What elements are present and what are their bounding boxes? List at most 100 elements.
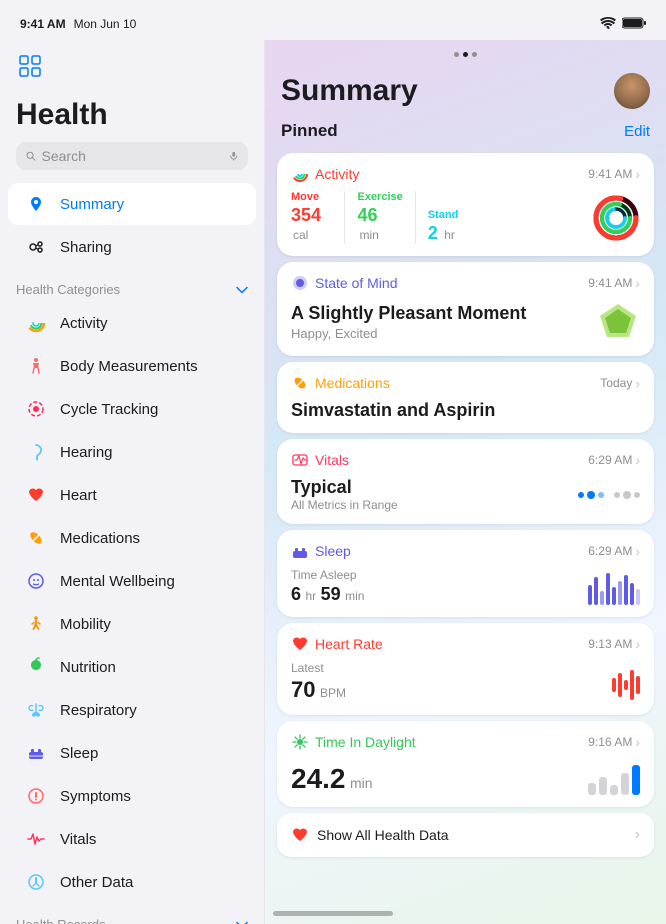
sidebar-item-mobility[interactable]: Mobility <box>8 603 256 645</box>
main-header: Summary <box>265 61 666 117</box>
activity-card[interactable]: Activity 9:41 AM › Move 354 cal <box>277 153 654 256</box>
health-categories-title: Health Categories <box>16 282 120 297</box>
heart-card-header: Heart Rate 9:13 AM › <box>291 635 640 653</box>
sleep-bar-2 <box>594 577 598 605</box>
sidebar-item-nutrition[interactable]: Nutrition <box>8 646 256 688</box>
daylight-bar-1 <box>588 783 596 795</box>
sidebar-item-other[interactable]: Other Data <box>8 861 256 903</box>
edit-button[interactable]: Edit <box>624 123 650 140</box>
vitals-card[interactable]: Vitals 6:29 AM › Typical All Metrics in … <box>277 439 654 524</box>
sidebar-label-medications: Medications <box>60 530 140 547</box>
heart-bar-5 <box>636 676 640 694</box>
daylight-icon <box>291 733 309 751</box>
status-date: Mon Jun 10 <box>74 17 137 31</box>
show-all-row[interactable]: Show All Health Data › <box>277 813 654 857</box>
search-bar[interactable] <box>16 142 248 170</box>
status-time: 9:41 AM <box>20 17 66 31</box>
sidebar-grid-icon[interactable] <box>16 52 44 80</box>
activity-stats: Move 354 cal Exercise 46 min <box>291 191 493 244</box>
sidebar-item-respiratory[interactable]: Respiratory <box>8 689 256 731</box>
dot2 <box>463 52 468 57</box>
sleep-card[interactable]: Sleep 6:29 AM › Time Asleep 6 hr 59 min <box>277 530 654 617</box>
sidebar-label-cycle: Cycle Tracking <box>60 401 158 418</box>
sidebar-label-nutrition: Nutrition <box>60 659 116 676</box>
sidebar-label-other: Other Data <box>60 874 133 891</box>
heart-label: Latest <box>291 661 346 675</box>
top-dots <box>454 46 477 59</box>
heart-rate-card[interactable]: Heart Rate 9:13 AM › Latest 70 BPM <box>277 623 654 715</box>
sidebar-label-mental: Mental Wellbeing <box>60 573 175 590</box>
activity-card-time: 9:41 AM › <box>588 166 640 182</box>
dot-1 <box>578 492 584 498</box>
daylight-card-title: Time In Daylight <box>315 734 416 750</box>
vitals-card-time: 6:29 AM › <box>588 452 640 468</box>
sidebar-item-medications[interactable]: Medications <box>8 517 256 559</box>
health-records-chevron <box>236 916 248 924</box>
sleep-text: Time Asleep 6 hr 59 min <box>291 568 364 605</box>
sidebar-label-hearing: Hearing <box>60 444 113 461</box>
heart-title-row: Heart Rate <box>291 635 383 653</box>
show-all-label: Show All Health Data <box>317 827 627 843</box>
microphone-icon[interactable] <box>229 149 239 163</box>
activity-card-icon <box>291 165 309 183</box>
sidebar-item-sleep[interactable]: Sleep <box>8 732 256 774</box>
daylight-bar-2 <box>599 777 607 795</box>
sidebar: Health Summary <box>0 40 265 924</box>
exercise-stat: Exercise 46 min <box>357 191 415 244</box>
heart-chevron: › <box>635 636 640 652</box>
avatar[interactable] <box>614 73 650 109</box>
sidebar-label-symptoms: Symptoms <box>60 788 131 805</box>
stand-value: 2 hr <box>428 223 469 244</box>
sleep-min-unit: min <box>345 589 364 603</box>
app-title: Health <box>0 98 264 142</box>
vitals-dots <box>578 491 640 499</box>
daylight-chevron: › <box>635 734 640 750</box>
search-input[interactable] <box>42 148 223 164</box>
health-categories-header[interactable]: Health Categories <box>0 269 264 301</box>
sidebar-item-cycle[interactable]: Cycle Tracking <box>8 388 256 430</box>
heart-body: Latest 70 BPM <box>291 661 640 703</box>
activity-ring <box>592 194 640 242</box>
sidebar-item-mental[interactable]: Mental Wellbeing <box>8 560 256 602</box>
sleep-bar-4 <box>606 573 610 605</box>
nutrition-icon <box>24 655 48 679</box>
med-chevron: › <box>635 375 640 391</box>
battery-icon <box>622 17 646 32</box>
dot-3 <box>598 492 604 498</box>
sleep-bar-5 <box>612 587 616 605</box>
dot-4 <box>614 492 620 498</box>
daylight-chart <box>588 759 640 795</box>
sleep-bar-6 <box>618 581 622 605</box>
medications-card[interactable]: Medications Today › Simvastatin and Aspi… <box>277 362 654 433</box>
daylight-body: 24.2 min <box>291 759 640 795</box>
sidebar-item-summary[interactable]: Summary <box>8 183 256 225</box>
pinned-label: Pinned <box>281 121 338 141</box>
medications-icon <box>24 526 48 550</box>
health-records-header[interactable]: Health Records <box>0 904 264 924</box>
state-of-mind-card[interactable]: State of Mind 9:41 AM › A Slightly Pleas… <box>277 262 654 356</box>
sidebar-item-activity[interactable]: Activity <box>8 302 256 344</box>
med-title-row: Medications <box>291 374 390 392</box>
sleep-value-row: 6 hr 59 min <box>291 584 364 605</box>
vitals-icon <box>24 827 48 851</box>
sidebar-item-vitals[interactable]: Vitals <box>8 818 256 860</box>
sidebar-item-sharing[interactable]: Sharing <box>8 226 256 268</box>
health-categories-chevron <box>236 281 248 297</box>
sidebar-item-body[interactable]: Body Measurements <box>8 345 256 387</box>
sidebar-header <box>0 40 264 98</box>
sidebar-item-heart[interactable]: Heart <box>8 474 256 516</box>
daylight-bar-4 <box>621 773 629 795</box>
sidebar-label-heart: Heart <box>60 487 97 504</box>
daylight-card[interactable]: Time In Daylight 9:16 AM › 24.2 min <box>277 721 654 807</box>
heart-card-title: Heart Rate <box>315 636 383 652</box>
sleep-chevron: › <box>635 543 640 559</box>
move-value: 354 cal <box>291 205 332 244</box>
sidebar-item-symptoms[interactable]: Symptoms <box>8 775 256 817</box>
dot1 <box>454 52 459 57</box>
cycle-icon <box>24 397 48 421</box>
heart-bar-1 <box>612 678 616 692</box>
sharing-icon <box>24 235 48 259</box>
mind-text: A Slightly Pleasant Moment Happy, Excite… <box>291 303 526 341</box>
sleep-card-title: Sleep <box>315 543 351 559</box>
sidebar-item-hearing[interactable]: Hearing <box>8 431 256 473</box>
